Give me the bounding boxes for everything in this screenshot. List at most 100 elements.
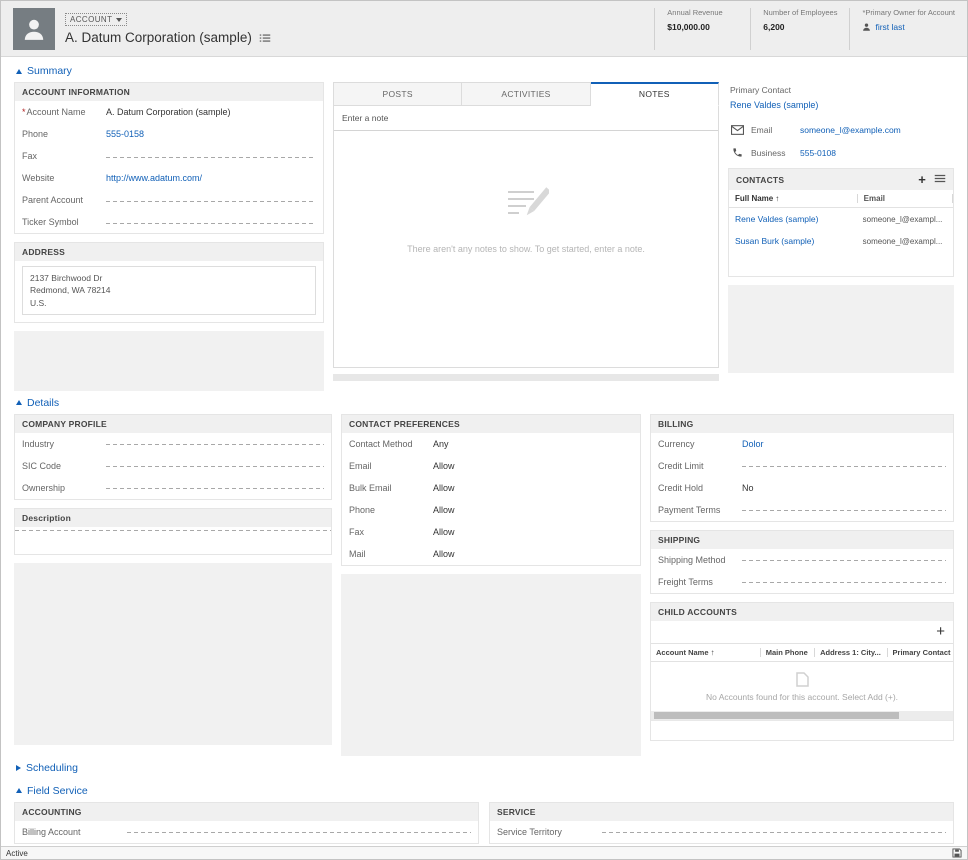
- section-header-field-service[interactable]: Field Service: [14, 779, 954, 802]
- fax-pref-value[interactable]: Allow: [433, 527, 633, 537]
- tab-activities[interactable]: ACTIVITIES: [462, 82, 590, 106]
- section-header-summary[interactable]: Summary: [14, 59, 954, 82]
- form-selector-icon[interactable]: [259, 33, 271, 43]
- freight-terms-value[interactable]: [742, 581, 946, 582]
- payment-terms-value[interactable]: [742, 509, 946, 510]
- section-header-scheduling[interactable]: Scheduling: [14, 756, 954, 779]
- column-email[interactable]: Email: [857, 194, 953, 203]
- currency-link[interactable]: Dolor: [742, 439, 946, 449]
- open-list-icon[interactable]: [934, 174, 946, 185]
- primary-contact-link[interactable]: Rene Valdes (sample): [730, 100, 818, 110]
- field-row-parent-account: Parent Account: [15, 189, 323, 211]
- account-form-page: ACCOUNT A. Datum Corporation (sample) An…: [0, 0, 968, 860]
- contact-name-link[interactable]: Rene Valdes (sample): [729, 214, 857, 224]
- stat-value[interactable]: 6,200: [763, 22, 837, 32]
- contact-email-cell[interactable]: someone_l@exampl...: [857, 237, 953, 246]
- contact-method-value[interactable]: Any: [433, 439, 633, 449]
- panel-title: SERVICE: [490, 803, 953, 821]
- panel-title: COMPANY PROFILE: [15, 415, 331, 433]
- header-field-annual-revenue: Annual Revenue $10,000.00: [654, 8, 750, 50]
- email-pref-value[interactable]: Allow: [433, 461, 633, 471]
- primary-contact-card: Primary Contact Rene Valdes (sample) Ema…: [728, 82, 954, 168]
- billing-panel: BILLING Currency Dolor Credit Limit Cred…: [650, 414, 954, 522]
- record-titles: ACCOUNT A. Datum Corporation (sample): [65, 8, 271, 56]
- note-input[interactable]: [334, 106, 718, 131]
- owner-link[interactable]: first last: [875, 22, 904, 32]
- entity-type-label: ACCOUNT: [70, 15, 112, 24]
- empty-value-dash: [742, 582, 946, 583]
- field-row-shipping-method: Shipping Method: [651, 549, 953, 571]
- section-title: Scheduling: [26, 762, 78, 774]
- child-accounts-empty-message: No Accounts found for this account. Sele…: [706, 692, 898, 702]
- add-child-account-button[interactable]: +: [936, 624, 945, 639]
- field-label: Payment Terms: [658, 505, 742, 515]
- summary-left-column: ACCOUNT INFORMATION *Account Name A. Dat…: [14, 82, 324, 391]
- ticker-symbol-value[interactable]: [106, 222, 316, 223]
- parent-account-value[interactable]: [106, 200, 316, 201]
- service-territory-value[interactable]: [602, 831, 946, 832]
- tab-notes[interactable]: NOTES: [591, 82, 719, 106]
- column-account-name[interactable]: Account Name↑: [651, 648, 760, 657]
- business-phone-label: Business: [751, 148, 793, 158]
- column-full-name[interactable]: Full Name↑: [729, 194, 857, 203]
- column-address-city[interactable]: Address 1: City...: [814, 648, 886, 657]
- contact-email-cell[interactable]: someone_l@exampl...: [857, 215, 953, 224]
- placeholder-block: [728, 285, 954, 373]
- empty-value-dash: [15, 530, 331, 531]
- address-line-2: Redmond, WA 78214: [30, 284, 308, 296]
- contact-row[interactable]: Susan Burk (sample) someone_l@exampl...: [729, 230, 953, 252]
- billing-account-value[interactable]: [127, 831, 471, 832]
- field-row-freight-terms: Freight Terms: [651, 571, 953, 593]
- collapse-icon: [16, 400, 22, 405]
- fax-value[interactable]: [106, 156, 316, 157]
- field-row-service-territory: Service Territory: [490, 821, 953, 843]
- required-mark: *: [22, 107, 26, 117]
- save-icon[interactable]: [952, 848, 962, 858]
- empty-value-dash: [106, 157, 316, 158]
- email-label: Email: [751, 125, 793, 135]
- placeholder-block: [341, 574, 641, 756]
- notes-horizontal-scrollbar[interactable]: [333, 374, 719, 381]
- website-link[interactable]: http://www.adatum.com/: [106, 173, 316, 183]
- shipping-panel: SHIPPING Shipping Method Freight Terms: [650, 530, 954, 594]
- address-composite-value[interactable]: 2137 Birchwood Dr Redmond, WA 78214 U.S.: [22, 266, 316, 315]
- phone-link[interactable]: 555-0158: [106, 129, 316, 139]
- tab-posts[interactable]: POSTS: [333, 82, 462, 106]
- business-phone-link[interactable]: 555-0108: [800, 148, 836, 158]
- notes-empty-state: There aren't any notes to show. To get s…: [334, 183, 718, 254]
- credit-limit-value[interactable]: [742, 465, 946, 466]
- account-name-value[interactable]: A. Datum Corporation (sample): [106, 107, 316, 117]
- field-service-section: ACCOUNTING Billing Account SERVICE Servi…: [14, 802, 954, 844]
- credit-hold-value[interactable]: No: [742, 483, 946, 493]
- field-label: Account Name: [27, 107, 86, 117]
- entity-type-selector[interactable]: ACCOUNT: [65, 13, 127, 26]
- placeholder-block: [14, 331, 324, 391]
- contact-row[interactable]: Rene Valdes (sample) someone_l@exampl...: [729, 208, 953, 230]
- section-header-details[interactable]: Details: [14, 391, 954, 414]
- account-image[interactable]: [13, 8, 55, 50]
- child-accounts-scrollbar-thumb[interactable]: [654, 712, 899, 719]
- column-primary-contact[interactable]: Primary Contact: [887, 648, 953, 657]
- child-accounts-toolbar: +: [651, 621, 953, 643]
- child-accounts-footer-row: [651, 720, 953, 740]
- description-value[interactable]: [15, 529, 331, 530]
- sort-ascending-icon: ↑: [775, 194, 779, 203]
- stat-value[interactable]: $10,000.00: [667, 22, 738, 32]
- contact-name-link[interactable]: Susan Burk (sample): [729, 236, 857, 246]
- column-main-phone[interactable]: Main Phone: [760, 648, 814, 657]
- shipping-method-value[interactable]: [742, 559, 946, 560]
- empty-value-dash: [742, 466, 946, 467]
- field-row-sic-code: SIC Code: [15, 455, 331, 477]
- panel-title: CONTACTS: [736, 175, 784, 185]
- description-value-row: [15, 527, 331, 554]
- industry-value[interactable]: [106, 443, 324, 444]
- phone-pref-value[interactable]: Allow: [433, 505, 633, 515]
- bulk-email-value[interactable]: Allow: [433, 483, 633, 493]
- empty-value-dash: [742, 510, 946, 511]
- contacts-grid-header: Full Name↑ Email: [729, 190, 953, 208]
- sic-code-value[interactable]: [106, 465, 324, 466]
- email-link[interactable]: someone_l@example.com: [800, 125, 901, 135]
- mail-pref-value[interactable]: Allow: [433, 549, 633, 559]
- add-contact-button[interactable]: +: [918, 173, 926, 186]
- ownership-value[interactable]: [106, 487, 324, 488]
